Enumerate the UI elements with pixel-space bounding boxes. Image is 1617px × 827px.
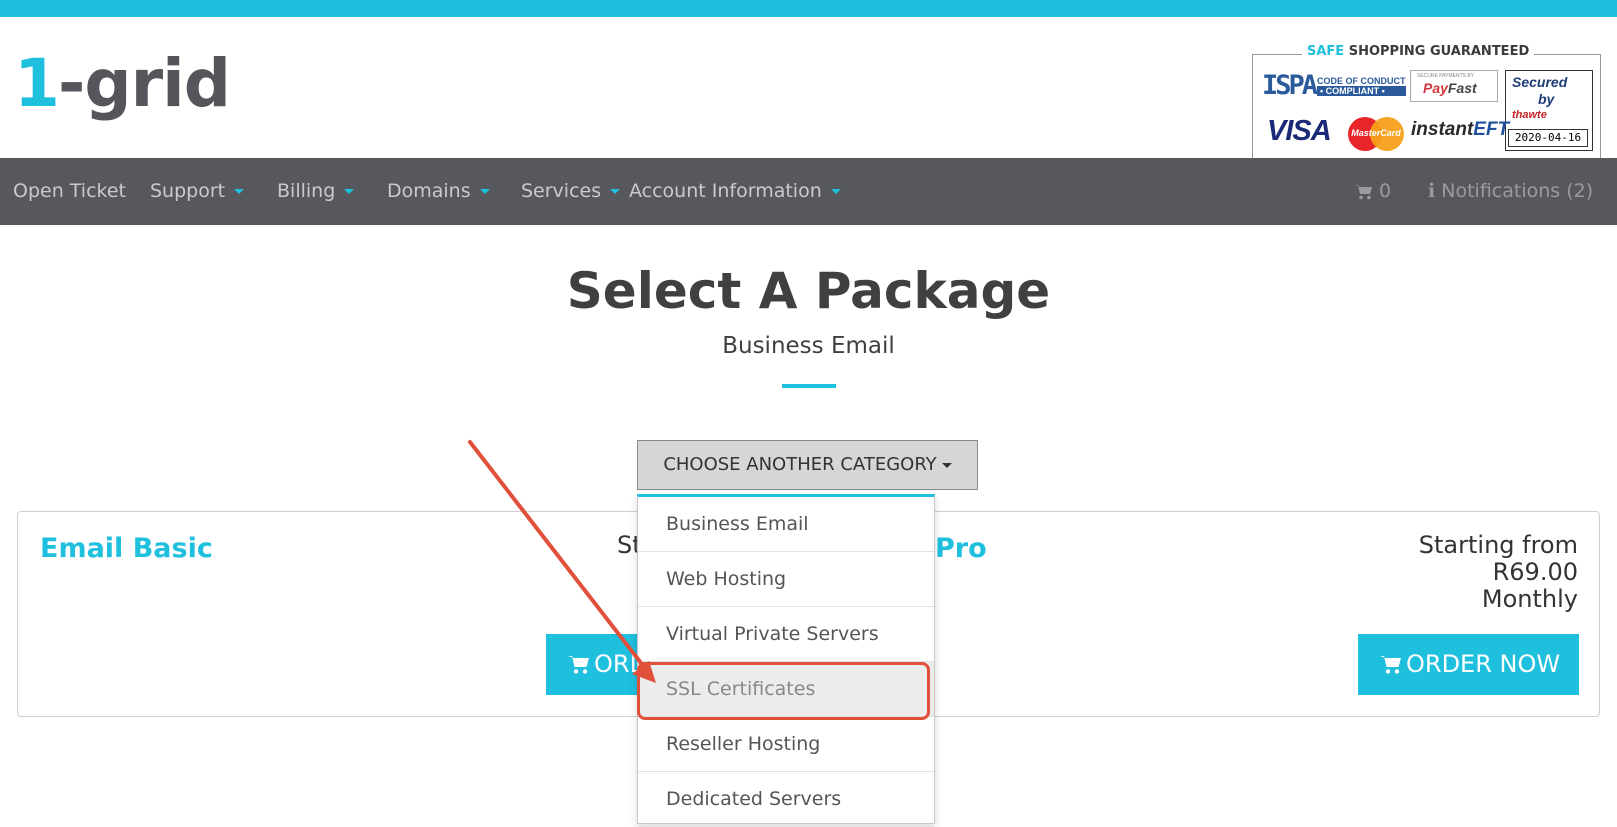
nav-account-information-label: Account Information xyxy=(629,180,822,202)
chevron-down-icon xyxy=(479,189,490,194)
thawte-badge: Secured by thawte 2020-04-16 xyxy=(1505,70,1593,151)
nav-support-label: Support xyxy=(150,180,226,202)
choose-category-label: CHOOSE ANOTHER CATEGORY xyxy=(663,454,937,475)
package-price-email-pro: Starting from R69.00 Monthly xyxy=(1418,531,1578,613)
payfast-badge: SECURE PAYMENTS BY PayFast xyxy=(1410,70,1498,102)
instant-eft-logo: instantEFT xyxy=(1411,119,1510,140)
title-divider xyxy=(782,384,836,388)
nav-cart[interactable]: 0 xyxy=(1355,158,1391,225)
visa-logo: VISA xyxy=(1267,115,1332,147)
choose-category-button[interactable]: CHOOSE ANOTHER CATEGORY xyxy=(637,440,978,490)
page-subtitle: Business Email xyxy=(722,333,895,359)
dropdown-item-dedicated-servers[interactable]: Dedicated Servers xyxy=(638,772,934,827)
cart-icon xyxy=(1355,184,1372,199)
nav-services[interactable]: Services xyxy=(521,158,621,225)
nav-billing-label: Billing xyxy=(277,180,336,202)
nav-support[interactable]: Support xyxy=(150,158,245,225)
annotation-highlight-box xyxy=(637,662,930,720)
logo-number: 1 xyxy=(14,45,60,122)
nav-open-ticket-label: Open Ticket xyxy=(13,180,126,202)
info-icon: i xyxy=(1428,180,1436,202)
notifications-label: Notifications (2) xyxy=(1441,180,1594,202)
cart-count: 0 xyxy=(1379,180,1392,202)
chevron-down-icon xyxy=(610,189,621,194)
nav-account-information[interactable]: Account Information xyxy=(629,158,841,225)
nav-domains-label: Domains xyxy=(387,180,471,202)
chevron-down-icon xyxy=(344,189,355,194)
dropdown-item-reseller-hosting[interactable]: Reseller Hosting xyxy=(638,717,934,772)
cart-icon xyxy=(568,656,589,674)
chevron-down-icon xyxy=(941,462,952,468)
package-name-email-pro: Pro xyxy=(935,533,987,564)
page-title: Select A Package xyxy=(566,262,1051,320)
nav-services-label: Services xyxy=(521,180,602,202)
site-header: 1 -grid SAFE SHOPPING GUARANTEED ISPA CO… xyxy=(0,17,1617,160)
chevron-down-icon xyxy=(234,189,245,194)
cart-icon xyxy=(1380,656,1401,674)
category-dropdown-menu: Business Email Web Hosting Virtual Priva… xyxy=(637,494,935,827)
main-navbar: Open Ticket Support Billing Domains Serv… xyxy=(0,158,1617,225)
nav-billing[interactable]: Billing xyxy=(277,158,355,225)
top-accent-bar xyxy=(0,0,1617,17)
package-name-email-basic: Email Basic xyxy=(40,533,213,564)
order-now-label: ORDER NOW xyxy=(1406,650,1561,678)
nav-notifications[interactable]: i Notifications (2) xyxy=(1428,158,1593,225)
dropdown-item-web-hosting[interactable]: Web Hosting xyxy=(638,552,934,607)
chevron-down-icon xyxy=(830,189,841,194)
trust-seal-title: SAFE SHOPPING GUARANTEED xyxy=(1302,44,1535,59)
dropdown-item-virtual-private-servers[interactable]: Virtual Private Servers xyxy=(638,607,934,662)
order-now-button-email-pro[interactable]: ORDER NOW xyxy=(1358,634,1579,695)
nav-domains[interactable]: Domains xyxy=(387,158,490,225)
ispa-badge: ISPA CODE OF CONDUCT • COMPLIANT • xyxy=(1262,70,1406,101)
mastercard-logo: MasterCard xyxy=(1348,117,1404,151)
nav-open-ticket[interactable]: Open Ticket xyxy=(13,158,126,225)
logo-wordmark: -grid xyxy=(57,45,231,122)
dropdown-item-business-email[interactable]: Business Email xyxy=(638,497,934,552)
site-logo[interactable]: 1 -grid xyxy=(14,37,231,122)
trust-seal: SAFE SHOPPING GUARANTEED ISPA CODE OF CO… xyxy=(1252,39,1601,160)
